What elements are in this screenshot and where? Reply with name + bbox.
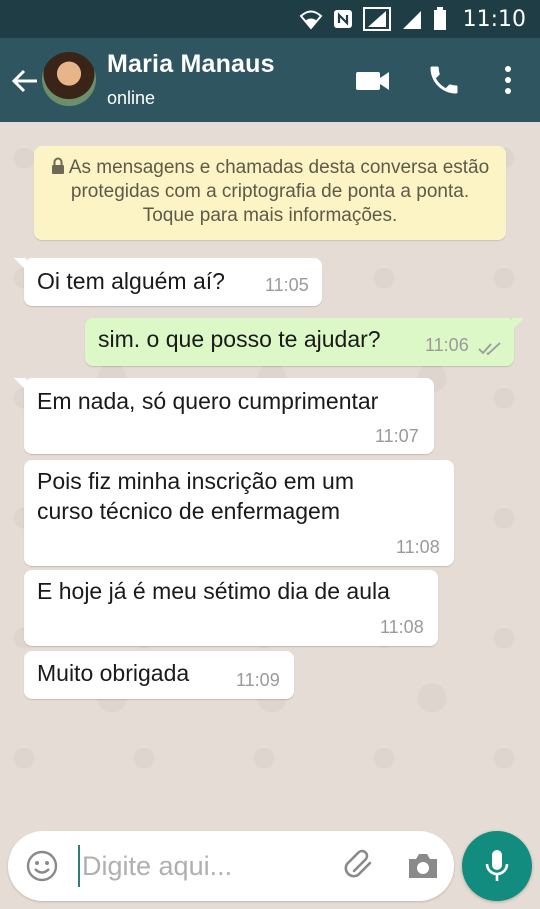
message-time: 11:07 <box>375 426 419 446</box>
message-bubble-out[interactable]: sim. o que posso te ajudar? 11:06 <box>85 318 524 366</box>
message-input[interactable] <box>78 845 318 887</box>
more-vert-dot <box>505 77 511 83</box>
contact-name[interactable]: Maria Manaus <box>107 50 275 79</box>
message-bubble-in[interactable]: Oi tem alguém aí? 11:05 <box>14 258 322 306</box>
video-call-icon <box>356 72 389 90</box>
contact-status: online <box>107 88 156 108</box>
emoji-button[interactable] <box>26 850 58 882</box>
more-vert-dot <box>505 88 511 94</box>
encryption-notice-text: As mensagens e chamadas desta conversa e… <box>68 157 490 226</box>
message-text-line: Pois fiz minha inscrição em um <box>37 468 354 494</box>
message-text: Oi tem alguém aí? <box>37 268 225 294</box>
message-time: 11:05 <box>265 275 309 295</box>
more-options-button[interactable] <box>496 62 520 98</box>
message-bubble-in[interactable]: Em nada, só quero cumprimentar 11:07 <box>14 378 434 454</box>
signal-icon <box>401 8 423 30</box>
lock-icon <box>51 157 64 174</box>
more-vert-icon <box>505 66 511 72</box>
video-call-button[interactable] <box>355 66 391 94</box>
back-button[interactable] <box>8 64 42 98</box>
encryption-notice[interactable]: As mensagens e chamadas desta conversa e… <box>34 146 506 240</box>
camera-icon <box>409 854 437 878</box>
back-arrow-icon <box>11 69 37 93</box>
message-text: Muito obrigada <box>37 660 190 686</box>
read-ticks-icon <box>478 342 501 356</box>
message-text: sim. o que posso te ajudar? <box>98 326 381 352</box>
status-time: 11:10 <box>462 6 526 32</box>
nfc-icon <box>333 9 353 29</box>
status-bar: 11:10 <box>0 0 540 38</box>
message-text: E hoje já é meu sétimo dia de aula <box>37 578 390 604</box>
message-text: Em nada, só quero cumprimentar <box>37 388 379 414</box>
voice-call-button[interactable] <box>426 62 462 98</box>
message-bubble-in[interactable]: Muito obrigada 11:09 <box>24 651 294 699</box>
message-time: 11:08 <box>396 537 440 557</box>
chat-area[interactable]: As mensagens e chamadas desta conversa e… <box>0 122 540 909</box>
wifi-icon <box>299 8 323 30</box>
signal-icon <box>362 7 391 31</box>
phone-icon <box>430 66 458 94</box>
message-input-bar <box>8 831 454 901</box>
mic-icon <box>485 850 509 881</box>
message-text-line: curso técnico de enfermagem <box>37 498 340 524</box>
bubble-tail <box>14 258 26 270</box>
attach-icon <box>344 849 372 878</box>
emoji-icon <box>26 850 58 882</box>
message-bubble-in[interactable]: Pois fiz minha inscrição em um curso téc… <box>24 460 454 566</box>
voice-record-button[interactable] <box>462 831 532 901</box>
bubble-tail <box>14 378 26 390</box>
camera-button[interactable] <box>406 851 440 881</box>
message-time: 11:09 <box>236 670 280 690</box>
message-time: 11:08 <box>380 617 424 637</box>
battery-icon <box>433 7 447 31</box>
chat-header: Maria Manaus online <box>0 38 540 122</box>
bubble-tail <box>512 318 524 330</box>
avatar[interactable] <box>42 52 96 106</box>
attach-button[interactable] <box>342 849 376 883</box>
message-bubble-in[interactable]: E hoje já é meu sétimo dia de aula 11:08 <box>24 570 438 646</box>
message-time: 11:06 <box>425 335 469 355</box>
